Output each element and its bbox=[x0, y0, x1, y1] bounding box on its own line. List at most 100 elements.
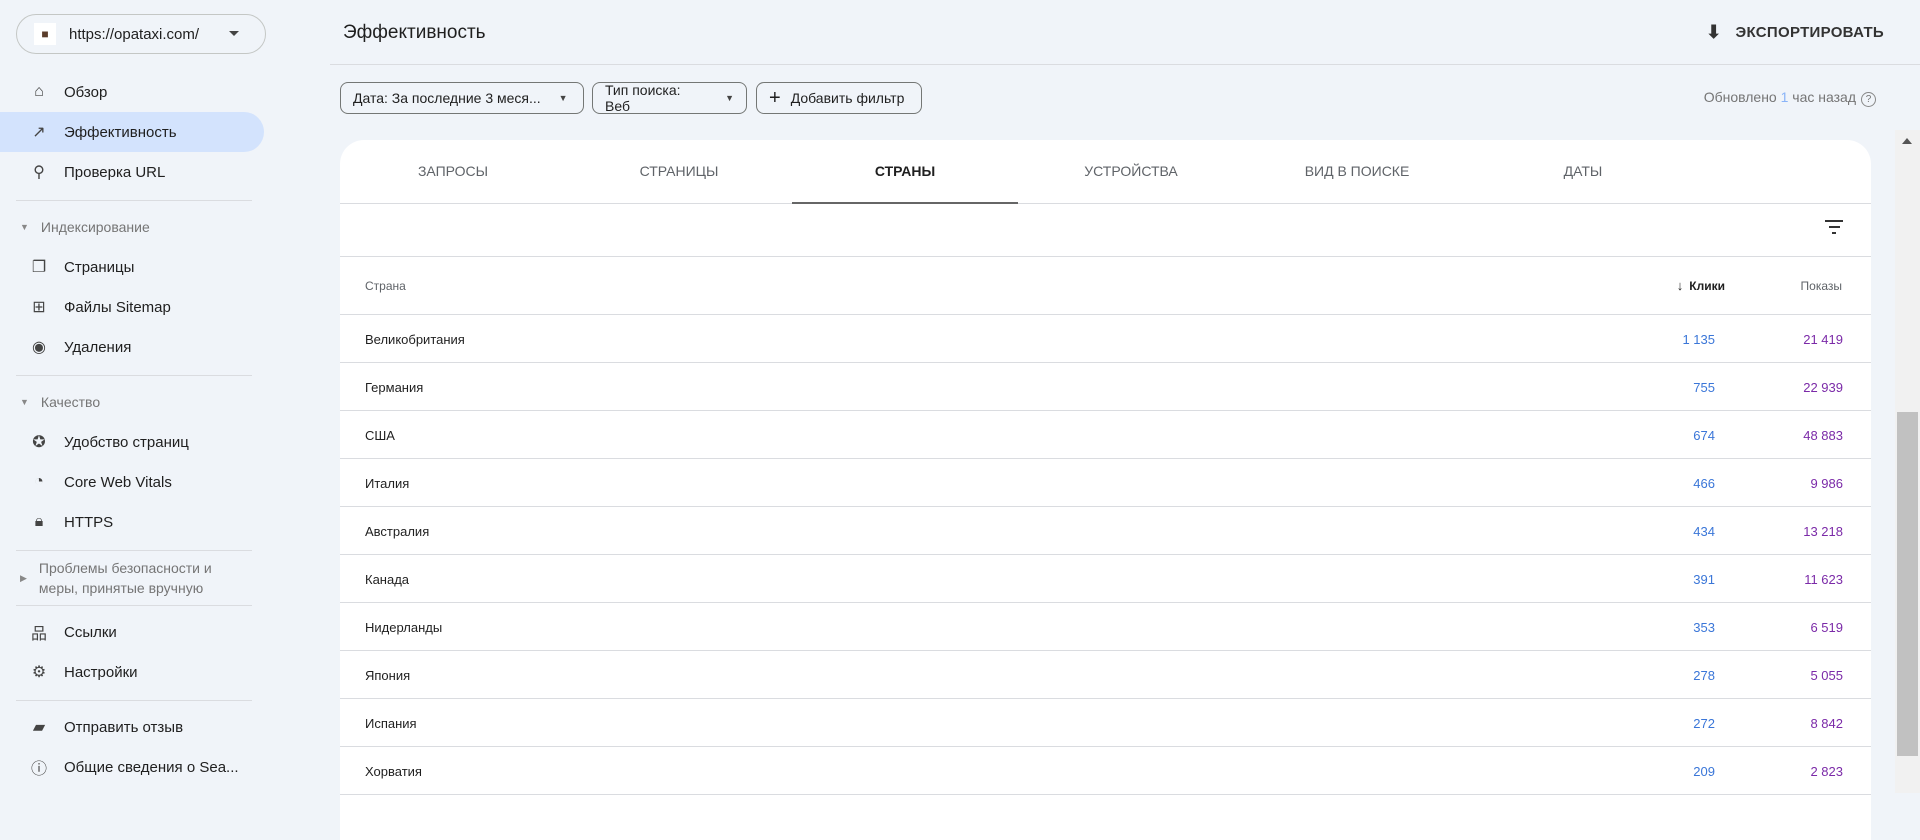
clicks-cell: 434 bbox=[1693, 524, 1715, 539]
info-icon: ⓘ bbox=[30, 761, 47, 778]
clicks-cell: 674 bbox=[1693, 428, 1715, 443]
tab-dates[interactable]: ДАТЫ bbox=[1470, 140, 1696, 203]
dimension-tabs: ЗАПРОСЫ СТРАНИЦЫ СТРАНЫ УСТРОЙСТВА ВИД В… bbox=[340, 140, 1871, 204]
sidebar-item-about[interactable]: ⓘ Общие сведения о Sea... bbox=[0, 747, 264, 787]
property-selector[interactable]: ■ https://opataxi.com/ bbox=[16, 14, 266, 54]
search-type-filter-chip[interactable]: Тип поиска: Веб ▼ bbox=[592, 82, 747, 114]
country-cell: Великобритания bbox=[365, 332, 465, 347]
report-card: ЗАПРОСЫ СТРАНИЦЫ СТРАНЫ УСТРОЙСТВА ВИД В… bbox=[340, 140, 1871, 840]
sidebar-item-links[interactable]: 品 Ссылки bbox=[0, 612, 264, 652]
scrollbar-thumb[interactable] bbox=[1897, 412, 1918, 756]
country-cell: Хорватия bbox=[365, 764, 422, 779]
sidebar-item-page-experience[interactable]: ✪ Удобство страниц bbox=[0, 422, 264, 462]
section-security[interactable]: ▶ Проблемы безопасности и меры, принятые в… bbox=[20, 558, 212, 598]
table-row[interactable]: Канада 391 11 623 bbox=[340, 555, 1871, 603]
column-header-country[interactable]: Страна bbox=[365, 279, 406, 293]
export-button[interactable]: ⬇ ЭКСПОРТИРОВАТЬ bbox=[1706, 22, 1884, 43]
table-row[interactable]: Великобритания 1 135 21 419 bbox=[340, 315, 1871, 363]
impressions-cell: 21 419 bbox=[1803, 332, 1843, 347]
impressions-cell: 13 218 bbox=[1803, 524, 1843, 539]
chevron-down-icon bbox=[229, 31, 239, 36]
table-header: Страна ↓ Клики Показы bbox=[340, 257, 1871, 315]
impressions-cell: 5 055 bbox=[1810, 668, 1843, 683]
table-row[interactable]: США 674 48 883 bbox=[340, 411, 1871, 459]
sidebar-item-pages[interactable]: ❐ Страницы bbox=[0, 247, 264, 287]
column-header-impressions[interactable]: Показы bbox=[1801, 279, 1842, 293]
sort-arrow-down-icon: ↓ bbox=[1676, 278, 1684, 293]
tab-pages[interactable]: СТРАНИЦЫ bbox=[566, 140, 792, 203]
section-label-line: меры, принятые вручную bbox=[38, 580, 204, 596]
section-label: Проблемы безопасности и меры, принятые вр… bbox=[39, 558, 212, 598]
divider bbox=[16, 605, 252, 606]
speedometer-icon: ◔ bbox=[34, 473, 44, 490]
search-icon: ⚲ bbox=[33, 164, 45, 181]
sidebar-item-label: Обзор bbox=[64, 83, 108, 101]
table-row[interactable]: Австралия 434 13 218 bbox=[340, 507, 1871, 555]
country-cell: Австралия bbox=[365, 524, 430, 539]
section-quality[interactable]: ▼ Качество bbox=[20, 394, 100, 410]
tab-devices[interactable]: УСТРОЙСТВА bbox=[1018, 140, 1244, 203]
sitemap-icon: ⊞ bbox=[32, 299, 46, 316]
sidebar-item-label: Эффективность bbox=[64, 123, 177, 141]
clicks-cell: 391 bbox=[1693, 572, 1715, 587]
sidebar-item-label: HTTPS bbox=[64, 513, 114, 531]
sidebar-item-label: Ссылки bbox=[64, 623, 117, 641]
property-url: https://opataxi.com/ bbox=[69, 25, 200, 43]
table-row[interactable]: Хорватия 209 2 823 bbox=[340, 747, 1871, 795]
sidebar-item-label: Страницы bbox=[64, 258, 135, 276]
scroll-up-arrow-icon[interactable] bbox=[1902, 138, 1912, 144]
column-header-label: Клики bbox=[1689, 279, 1725, 293]
section-label: Индексирование bbox=[40, 219, 150, 235]
sidebar-item-overview[interactable]: ⌂ Обзор bbox=[0, 72, 264, 112]
scrollbar[interactable] bbox=[1895, 130, 1920, 793]
sidebar-item-label: Файлы Sitemap bbox=[64, 298, 171, 316]
sidebar-item-https[interactable]: 🔒︎ HTTPS bbox=[0, 502, 264, 542]
impressions-cell: 8 842 bbox=[1810, 716, 1843, 731]
clicks-cell: 353 bbox=[1693, 620, 1715, 635]
table-row[interactable]: Испания 272 8 842 bbox=[340, 699, 1871, 747]
sidebar-item-settings[interactable]: ⚙ Настройки bbox=[0, 652, 264, 692]
section-indexing[interactable]: ▼ Индексирование bbox=[20, 219, 150, 235]
tab-queries[interactable]: ЗАПРОСЫ bbox=[340, 140, 566, 203]
table-row[interactable]: Нидерланды 353 6 519 bbox=[340, 603, 1871, 651]
sidebar-item-url-inspection[interactable]: ⚲ Проверка URL bbox=[0, 152, 264, 192]
sidebar-item-removals[interactable]: ◉ Удаления bbox=[0, 327, 264, 367]
export-label: ЭКСПОРТИРОВАТЬ bbox=[1735, 24, 1884, 41]
clicks-cell: 755 bbox=[1693, 380, 1715, 395]
divider bbox=[16, 200, 252, 201]
pages-icon: ❐ bbox=[31, 259, 47, 276]
impressions-cell: 22 939 bbox=[1803, 380, 1843, 395]
section-label: Качество bbox=[40, 394, 101, 410]
sidebar-item-performance[interactable]: ↗ Эффективность bbox=[0, 112, 264, 152]
sidebar-item-feedback[interactable]: ▰ Отправить отзыв bbox=[0, 707, 264, 747]
table-toolbar bbox=[340, 204, 1871, 257]
tab-countries[interactable]: СТРАНЫ bbox=[792, 140, 1018, 204]
caret-down-icon: ▼ bbox=[558, 93, 568, 103]
feedback-icon: ▰ bbox=[32, 719, 46, 736]
column-header-clicks[interactable]: ↓ Клики bbox=[1677, 278, 1725, 293]
tab-search-appearance[interactable]: ВИД В ПОИСКЕ bbox=[1244, 140, 1470, 203]
table-row[interactable]: Германия 755 22 939 bbox=[340, 363, 1871, 411]
caret-down-icon: ▼ bbox=[725, 93, 734, 103]
table-row[interactable]: Италия 466 9 986 bbox=[340, 459, 1871, 507]
download-icon: ⬇ bbox=[1706, 22, 1722, 42]
sidebar-item-label: Удобство страниц bbox=[64, 433, 189, 451]
help-icon[interactable]: ? bbox=[1861, 92, 1876, 107]
country-cell: Канада bbox=[365, 572, 410, 587]
header-divider bbox=[330, 64, 1920, 65]
table-body: Великобритания 1 135 21 419 Германия 755 22 9… bbox=[340, 315, 1871, 795]
date-filter-chip[interactable]: Дата: За последние 3 меся... ▼ bbox=[340, 82, 584, 114]
sidebar-item-core-web-vitals[interactable]: ◔ Core Web Vitals bbox=[0, 462, 264, 502]
country-cell: США bbox=[365, 428, 395, 443]
add-filter-button[interactable]: + Добавить фильтр bbox=[756, 82, 922, 114]
country-cell: Нидерланды bbox=[365, 620, 443, 635]
sidebar-item-sitemaps[interactable]: ⊞ Файлы Sitemap bbox=[0, 287, 264, 327]
sidebar-item-label: Настройки bbox=[64, 663, 138, 681]
country-cell: Италия bbox=[365, 476, 410, 491]
caret-down-icon: ▼ bbox=[20, 222, 29, 232]
table-row[interactable]: Япония 278 5 055 bbox=[340, 651, 1871, 699]
clicks-cell: 209 bbox=[1693, 764, 1715, 779]
filter-icon[interactable] bbox=[1825, 220, 1843, 238]
gear-icon: ⚙ bbox=[31, 664, 47, 681]
trending-up-icon: ↗ bbox=[32, 124, 46, 141]
